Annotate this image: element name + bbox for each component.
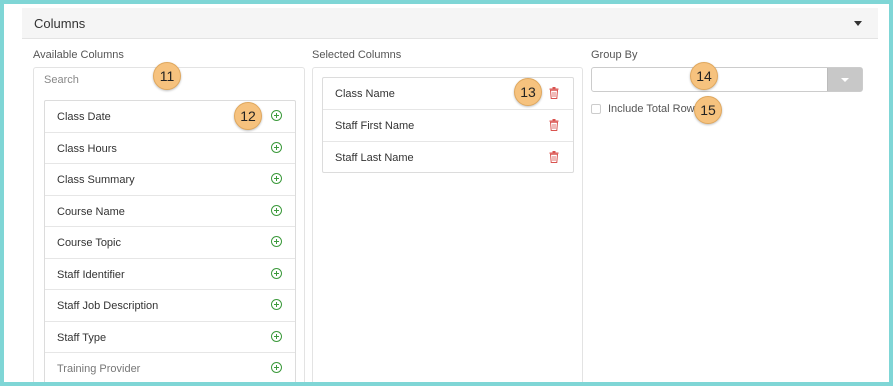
include-total-row-checkbox[interactable] [591,104,601,114]
available-column-label: Course Topic [57,237,121,249]
available-column-label: Course Name [57,205,125,218]
callout-badge: 14 [690,62,718,90]
plus-circle-icon[interactable] [271,330,282,342]
trash-icon[interactable] [549,119,559,131]
available-column-label: Staff Job Description [57,300,159,312]
group-by-label: Group By [591,49,638,61]
available-column-item[interactable]: Training Provider [45,353,295,382]
panel-title: Columns [34,16,86,31]
selected-column-label: Staff First Name [335,120,415,132]
callout-badge: 11 [153,62,181,90]
selected-column-item[interactable]: Staff Last Name [323,142,573,173]
available-column-item[interactable]: Course Topic [45,227,295,259]
available-column-item[interactable]: Class Hours [45,133,295,164]
plus-circle-icon[interactable] [271,141,282,153]
plus-circle-icon[interactable] [271,110,282,121]
available-columns-box: Search Class Date Class Hours Class Summ… [33,67,305,382]
trash-icon[interactable] [549,151,559,163]
selected-column-label: Class Name [335,88,395,100]
report-columns-frame: Columns Available Columns Search Class D… [4,4,889,382]
search-input[interactable]: Search [44,74,79,86]
callout-badge: 15 [694,96,722,124]
available-column-label: Class Summary [57,174,135,186]
include-total-row-label[interactable]: Include Total Row [608,103,695,115]
selected-column-label: Staff Last Name [335,152,414,164]
available-column-label: Class Date [57,111,111,123]
available-column-label: Training Provider [57,363,141,375]
available-column-item[interactable]: Staff Identifier [45,259,295,290]
available-column-item[interactable]: Class Summary [45,164,295,196]
callout-badge: 13 [514,78,542,106]
available-column-item[interactable]: Staff Type [45,322,295,353]
available-column-label: Class Hours [57,142,117,155]
plus-circle-icon[interactable] [271,267,282,279]
plus-circle-icon[interactable] [271,362,282,373]
available-column-label: Staff Type [57,331,107,344]
plus-circle-icon[interactable] [271,204,282,216]
available-column-item[interactable]: Staff Job Description [45,290,295,322]
columns-panel-header[interactable]: Columns [22,8,878,39]
available-column-label: Staff Identifier [57,268,125,281]
dropdown-arrow-icon[interactable] [827,68,862,91]
trash-icon[interactable] [549,87,559,99]
available-column-item[interactable]: Course Name [45,196,295,227]
selected-column-item[interactable]: Staff First Name [323,110,573,142]
available-columns-label: Available Columns [33,49,124,61]
caret-down-icon[interactable] [854,21,862,26]
callout-badge: 12 [234,102,262,130]
plus-circle-icon[interactable] [271,236,282,247]
group-by-select[interactable] [591,67,863,92]
plus-circle-icon[interactable] [271,173,282,184]
selected-columns-box: Class Name Staff First Name Staff Last N… [312,67,583,382]
available-columns-list: Class Date Class Hours Class Summary Cou… [44,100,296,382]
selected-columns-label: Selected Columns [312,49,402,61]
plus-circle-icon[interactable] [271,299,282,310]
